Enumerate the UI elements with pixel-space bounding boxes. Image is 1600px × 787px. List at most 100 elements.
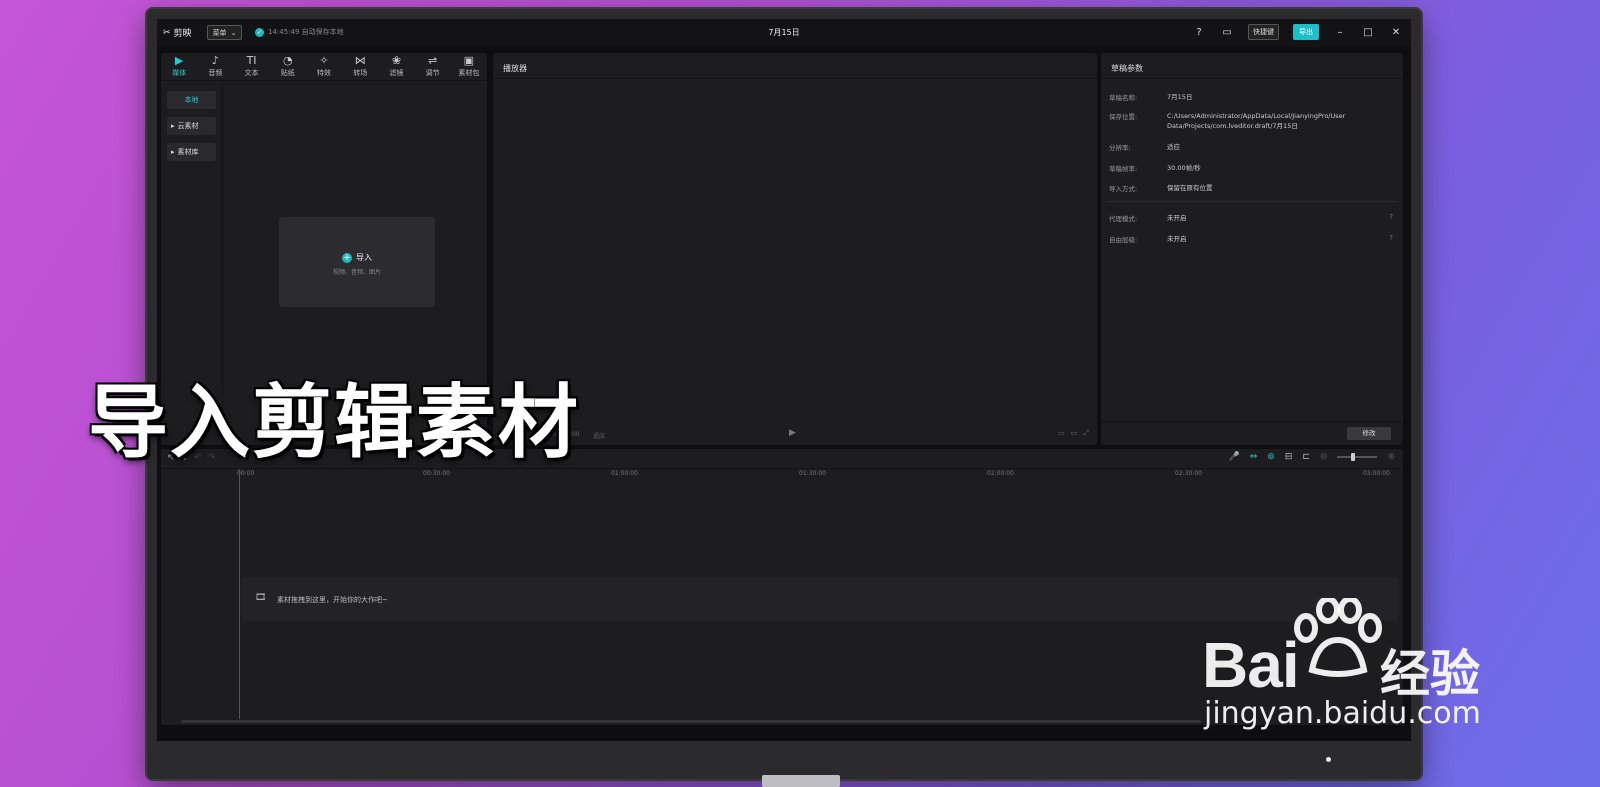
ratio-icon[interactable]: ▭ <box>1071 429 1078 438</box>
export-button[interactable]: 导出 <box>1293 24 1319 40</box>
baidu-logo-text: Bai <box>1202 629 1300 701</box>
media-toolbar: ▶ 媒体 ♪ 音频 TI 文本 ◔ 贴纸 ✧ 特效 ⋈ 转场 ❀ 滤镜 ⇌ 调节 ▣ 素材包 <box>161 53 487 81</box>
tab-icon: ▶ <box>174 54 184 67</box>
tab-label: 文本 <box>244 69 259 77</box>
caret-right-icon: ▸ <box>171 148 175 156</box>
zoom-in-icon[interactable]: ⊕ <box>1387 452 1395 462</box>
property-row: 保存位置: C:/Users/Administrator/AppData/Loca… <box>1109 111 1399 131</box>
property-key: 导入方式: <box>1109 185 1138 193</box>
tab-label: 调节 <box>425 69 440 77</box>
tab-label: 音频 <box>208 69 223 77</box>
ruler-tick-label: 01:30:00 <box>799 470 826 477</box>
sidebar-item-library[interactable]: ▸ 素材库 <box>167 143 216 161</box>
divider <box>1107 201 1397 202</box>
tab-icon: TI <box>246 54 257 67</box>
property-value: 30.00帧/秒 <box>1167 164 1201 172</box>
caret-right-icon: ▸ <box>171 122 175 130</box>
title-bar: ✂ 剪映 菜单 ⌄ ✓ 14:45:49 自动保存本地 7月15日 ? ▭ 快捷… <box>157 19 1411 47</box>
overlay-caption: 导入剪辑素材 <box>88 376 580 469</box>
tab-icon: ⋈ <box>354 54 366 67</box>
link-icon[interactable]: ⇔ <box>1250 452 1258 462</box>
property-key: 自由层级: <box>1109 236 1138 244</box>
ruler-tick-label: 01:00:00 <box>611 470 638 477</box>
tab-label: 特效 <box>316 69 331 77</box>
tab-label: 转场 <box>353 69 368 77</box>
properties-panel: 草稿参数 草稿名称: 7月15日保存位置: C:/Users/Administrat… <box>1101 53 1403 445</box>
timeline-scrollbar[interactable] <box>181 720 1201 723</box>
property-value: 保留在原有位置 <box>1167 184 1213 192</box>
tab-icon: ⇌ <box>428 54 438 67</box>
property-value: 7月15日 <box>1167 93 1193 101</box>
property-row: 自由层级: 未开启? <box>1109 234 1399 244</box>
tab-0[interactable]: ▶ 媒体 <box>162 55 196 78</box>
property-value: 未开启 <box>1167 235 1187 243</box>
fullscreen-icon[interactable]: ⤢ <box>1083 429 1089 438</box>
tab-6[interactable]: ❀ 滤镜 <box>379 55 413 78</box>
tab-1[interactable]: ♪ 音频 <box>198 55 232 78</box>
ruler-tick-label: 02:30:00 <box>1175 470 1202 477</box>
split-icon[interactable]: ⊏ <box>1302 452 1310 462</box>
property-value: 未开启 <box>1167 214 1187 222</box>
tab-7[interactable]: ⇌ 调节 <box>416 55 450 78</box>
shortcut-button[interactable]: 快捷键 <box>1248 24 1279 40</box>
paw-icon <box>1294 598 1382 677</box>
info-icon[interactable]: ? <box>1389 234 1393 242</box>
play-icon[interactable]: ▶ <box>789 428 796 438</box>
close-icon[interactable]: ✕ <box>1389 27 1403 38</box>
player-panel: 播放器 00:00:00:00 适应 ▶ ▭ ▭ ⤢ <box>493 53 1097 445</box>
monitor-stand <box>762 775 840 787</box>
watermark-url: jingyan.baidu.com <box>1204 696 1481 731</box>
property-key: 草稿名称: <box>1109 94 1138 102</box>
tab-icon: ♪ <box>211 54 219 67</box>
zoom-slider[interactable] <box>1337 453 1378 461</box>
tab-label: 贴纸 <box>280 69 295 77</box>
magnet-icon[interactable]: ⊚ <box>1267 452 1275 462</box>
layout-icon[interactable]: ▭ <box>1220 27 1234 38</box>
minimize-icon[interactable]: – <box>1333 27 1347 38</box>
player-ratio[interactable]: 适应 <box>593 431 605 440</box>
quality-icon[interactable]: ▭ <box>1058 429 1065 438</box>
property-row: 草稿帧率: 30.00帧/秒 <box>1109 163 1399 173</box>
sidebar-item-cloud[interactable]: ▸ 云素材 <box>167 117 216 135</box>
tab-3[interactable]: ◔ 贴纸 <box>271 55 305 78</box>
property-row: 草稿名称: 7月15日 <box>1109 92 1399 102</box>
tab-8[interactable]: ▣ 素材包 <box>452 55 486 78</box>
playhead[interactable] <box>239 469 240 719</box>
tab-icon: ❀ <box>391 54 402 67</box>
property-key: 代理模式: <box>1109 215 1138 223</box>
plus-icon: + <box>342 252 352 263</box>
film-icon: 🎞 <box>255 593 267 603</box>
property-value: C:/Users/Administrator/AppData/Local/Jia… <box>1167 112 1346 130</box>
properties-title: 草稿参数 <box>1111 64 1143 73</box>
maximize-icon[interactable]: □ <box>1361 27 1375 38</box>
tab-icon: ✧ <box>319 54 329 67</box>
modify-button[interactable]: 修改 <box>1347 427 1391 440</box>
help-icon[interactable]: ? <box>1192 27 1206 38</box>
tab-label: 媒体 <box>172 69 187 77</box>
property-row: 分辨率: 适应 <box>1109 142 1399 152</box>
ruler-tick-label: 03:00:00 <box>1363 470 1390 477</box>
player-title: 播放器 <box>503 64 527 73</box>
player-controls: 00:00:00:00 适应 ▶ ▭ ▭ ⤢ <box>493 423 1097 445</box>
info-icon[interactable]: ? <box>1389 213 1393 221</box>
tab-5[interactable]: ⋈ 转场 <box>343 55 377 78</box>
tab-icon: ◔ <box>282 54 293 67</box>
preview-axis-icon[interactable]: ⊟ <box>1285 452 1293 462</box>
property-key: 分辨率: <box>1109 144 1131 152</box>
tab-label: 素材包 <box>458 69 480 77</box>
property-row: 导入方式: 保留在原有位置 <box>1109 183 1399 193</box>
tab-icon: ▣ <box>463 54 475 67</box>
ruler-tick-label: 02:00:00 <box>987 470 1014 477</box>
property-value: 适应 <box>1167 143 1180 151</box>
zoom-out-icon[interactable]: ⊖ <box>1320 452 1328 462</box>
import-button[interactable]: + 导入 视频、音频、图片 <box>279 217 505 499</box>
tab-label: 滤镜 <box>389 69 404 77</box>
sidebar-item-local[interactable]: 本地 <box>167 91 216 109</box>
baidu-watermark: Bai 经验 jingyan.baidu.com <box>1196 598 1496 748</box>
property-row: 代理模式: 未开启? <box>1109 213 1399 223</box>
power-led <box>1326 757 1331 762</box>
microphone-icon[interactable]: 🎤 <box>1229 452 1240 462</box>
tab-4[interactable]: ✧ 特效 <box>307 55 341 78</box>
tab-2[interactable]: TI 文本 <box>235 55 269 78</box>
property-key: 保存位置: <box>1109 113 1138 121</box>
